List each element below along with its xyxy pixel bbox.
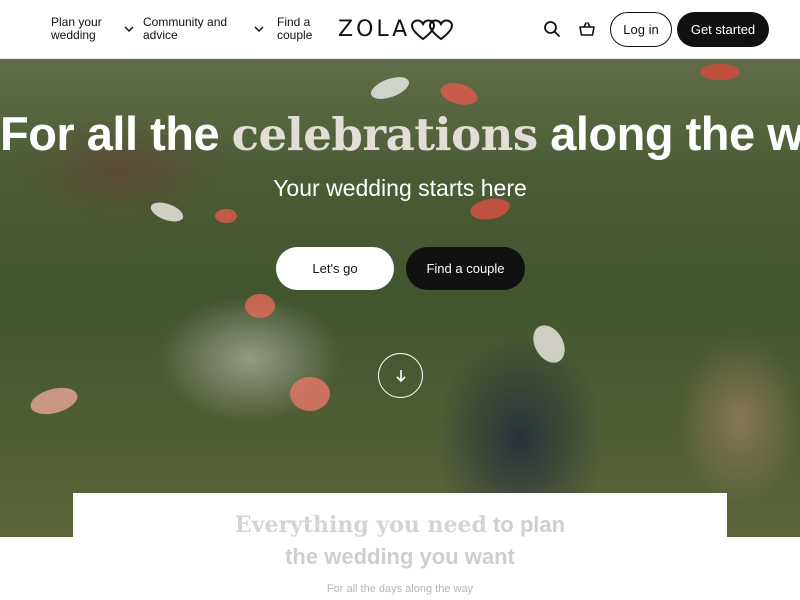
nav-plan-label: Plan your wedding (51, 15, 102, 42)
card-subheading: For all the days along the way (326, 583, 474, 595)
petal-decoration (245, 294, 275, 318)
hero-subtitle: Your wedding starts here (273, 175, 527, 201)
petal-decoration (700, 64, 740, 80)
intro-card: Everything you need to plan the wedding … (73, 493, 727, 600)
cart-icon[interactable] (576, 18, 598, 40)
hearts-logo-icon (411, 18, 454, 40)
lets-go-button[interactable]: Let's go (276, 247, 394, 290)
scroll-down-button[interactable] (378, 353, 423, 398)
login-button[interactable]: Log in (610, 12, 672, 47)
petal-decoration (290, 377, 330, 411)
card-heading-serif: Everything you need (234, 512, 487, 538)
find-a-couple-button[interactable]: Find a couple (406, 247, 525, 290)
card-heading-rest: to plan (492, 512, 566, 537)
hero-banner: For all the celebrations along the way Y… (0, 59, 800, 537)
site-header: Plan your wedding Community and advice F… (0, 0, 800, 59)
nav-find-a-couple[interactable]: Find a couple (277, 16, 327, 42)
zola-logo[interactable]: ZOLA (338, 17, 455, 42)
nav-community-and-advice[interactable]: Community and advice (143, 16, 265, 42)
search-icon[interactable] (541, 18, 563, 40)
arrow-down-icon (395, 369, 406, 382)
hero-title: For all the celebrations along the way (0, 106, 800, 161)
chevron-down-icon (123, 23, 135, 35)
card-heading-line-2: the wedding you want (285, 544, 515, 569)
card-heading: Everything you need to plan the wedding … (73, 509, 727, 573)
nav-community-label: Community and advice (143, 15, 228, 42)
nav-plan-your-wedding[interactable]: Plan your wedding (51, 16, 135, 42)
hero-title-end: along the way (550, 107, 800, 160)
hero-title-accent: celebrations (231, 108, 539, 161)
get-started-button[interactable]: Get started (677, 12, 769, 47)
logo-text: ZOLA (338, 17, 411, 42)
chevron-down-icon (253, 23, 265, 35)
hero-title-start: For all the (0, 107, 220, 160)
petal-decoration (215, 209, 237, 223)
